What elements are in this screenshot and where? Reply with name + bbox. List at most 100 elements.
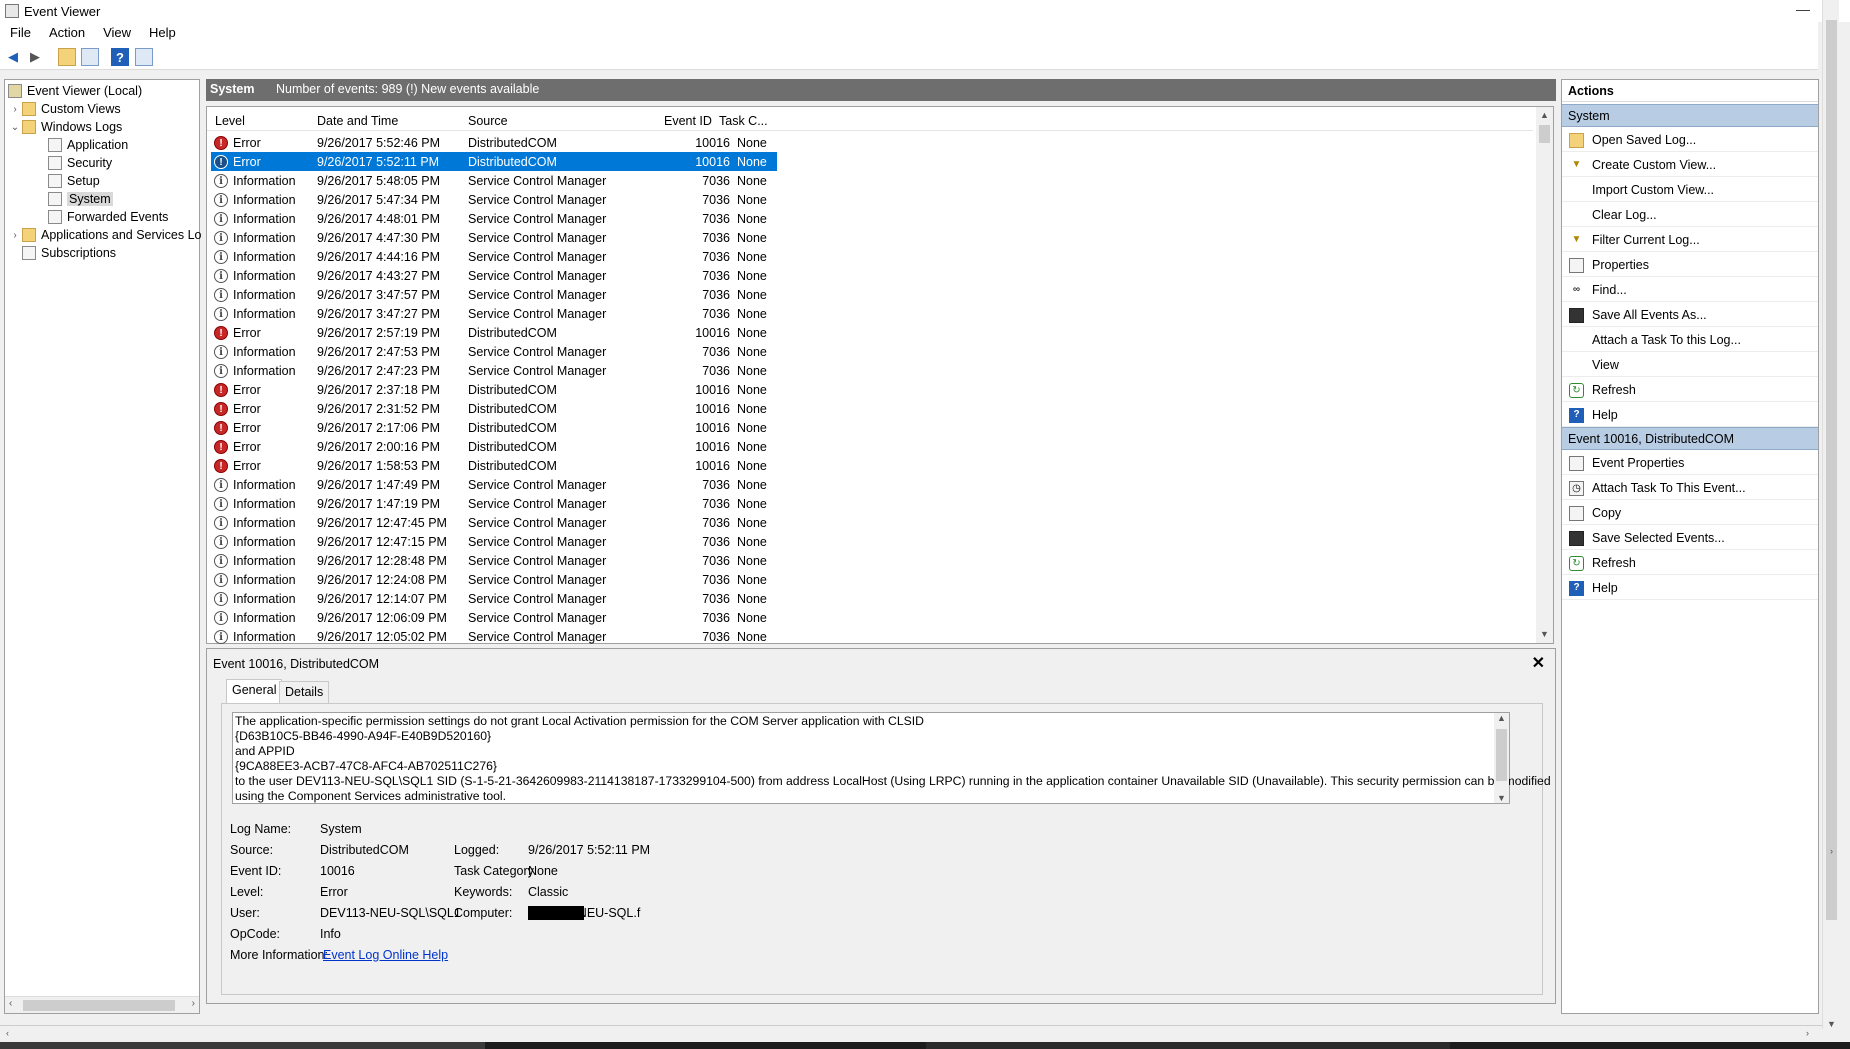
table-row[interactable]: i Information 9/26/2017 12:05:02 PM Service… [211, 627, 777, 646]
scroll-thumb[interactable] [1496, 729, 1507, 781]
action-item[interactable]: Clear Log... [1562, 203, 1818, 227]
action-item[interactable]: ◷ Attach Task To This Event... [1562, 476, 1818, 500]
action-item[interactable]: Properties [1562, 253, 1818, 277]
table-row[interactable]: ! Error 9/26/2017 5:52:11 PM DistributedCOM… [211, 152, 777, 171]
action-item[interactable]: ? Help [1562, 403, 1818, 427]
show-hide-console-tree-icon[interactable] [81, 48, 99, 66]
table-row[interactable]: ! Error 9/26/2017 2:17:06 PM DistributedCOM… [211, 418, 777, 437]
chevron-right-icon[interactable]: › [8, 104, 22, 115]
scroll-up-icon[interactable]: ▲ [1497, 713, 1506, 723]
show-hide-action-pane-icon[interactable] [135, 48, 153, 66]
scroll-left-icon[interactable]: ‹ [6, 1028, 9, 1038]
action-item[interactable]: ↻ Refresh [1562, 551, 1818, 575]
action-item[interactable]: View [1562, 353, 1818, 377]
action-item[interactable]: ▼ Create Custom View... [1562, 153, 1818, 177]
tree-item-application[interactable]: Application [48, 136, 128, 154]
scroll-down-icon[interactable]: ▼ [1823, 1019, 1840, 1029]
action-item[interactable]: Import Custom View... [1562, 178, 1818, 202]
tree-item-applications-and-services[interactable]: › Applications and Services Lo [8, 226, 202, 244]
tree-item-windows-logs[interactable]: ⌄ Windows Logs [8, 118, 122, 136]
table-row[interactable]: i Information 9/26/2017 3:47:57 PM Service … [211, 285, 777, 304]
table-row[interactable]: i Information 9/26/2017 2:47:23 PM Service … [211, 361, 777, 380]
minimize-button[interactable]: — [1796, 1, 1810, 17]
tab-details[interactable]: Details [279, 681, 330, 703]
action-item[interactable]: ▼ Filter Current Log... [1562, 228, 1818, 252]
column-header-task-category[interactable]: Task C... [719, 114, 768, 128]
menu-action[interactable]: Action [40, 22, 94, 40]
scroll-right-icon[interactable]: › [192, 998, 195, 1009]
table-row[interactable]: i Information 9/26/2017 12:24:08 PM Service… [211, 570, 777, 589]
table-row[interactable]: i Information 9/26/2017 4:48:01 PM Service … [211, 209, 777, 228]
scroll-thumb[interactable] [1539, 125, 1550, 143]
table-row[interactable]: i Information 9/26/2017 4:47:30 PM Service … [211, 228, 777, 247]
window-vertical-scrollbar[interactable]: › ▼ [1822, 0, 1839, 1029]
table-row[interactable]: i Information 9/26/2017 1:47:19 PM Service … [211, 494, 777, 513]
action-item[interactable]: ? Help [1562, 576, 1818, 600]
action-item[interactable]: Attach a Task To this Log... [1562, 328, 1818, 352]
tree-item-system[interactable]: System [48, 190, 113, 208]
tree-item-setup[interactable]: Setup [48, 172, 100, 190]
scroll-down-icon[interactable]: ▼ [1497, 793, 1506, 803]
tree-horizontal-scrollbar[interactable]: ‹ › [5, 996, 199, 1013]
event-list-scrollbar[interactable]: ▲ ▼ [1536, 107, 1553, 643]
menu-file[interactable]: File [0, 22, 40, 40]
table-row[interactable]: i Information 9/26/2017 3:47:27 PM Service … [211, 304, 777, 323]
scroll-thumb[interactable] [23, 1000, 175, 1011]
actions-section-event[interactable]: Event 10016, DistributedCOM [1562, 427, 1818, 450]
column-header-source[interactable]: Source [468, 114, 508, 128]
table-row[interactable]: i Information 9/26/2017 12:47:45 PM Service… [211, 513, 777, 532]
table-row[interactable]: ! Error 9/26/2017 2:31:52 PM DistributedCOM… [211, 399, 777, 418]
table-row[interactable]: i Information 9/26/2017 12:06:09 PM Service… [211, 608, 777, 627]
tab-general[interactable]: General [226, 679, 283, 703]
scroll-right-icon[interactable]: › [1823, 846, 1840, 856]
tree-item-subscriptions[interactable]: Subscriptions [22, 244, 116, 262]
column-header-event-id[interactable]: Event ID [664, 114, 712, 128]
table-row[interactable]: i Information 9/26/2017 12:14:07 PM Service… [211, 589, 777, 608]
table-row[interactable]: ! Error 9/26/2017 5:52:46 PM DistributedCOM… [211, 133, 777, 152]
event-log-online-help-link[interactable]: Event Log Online Help [323, 948, 448, 962]
actions-section-system[interactable]: System [1562, 104, 1818, 127]
window-horizontal-scrollbar[interactable]: ‹ › [0, 1025, 1822, 1042]
action-item[interactable]: Save All Events As... [1562, 303, 1818, 327]
action-item[interactable]: ↻ Refresh [1562, 378, 1818, 402]
help-icon[interactable]: ? [111, 48, 129, 66]
table-row[interactable]: i Information 9/26/2017 4:43:27 PM Service … [211, 266, 777, 285]
back-arrow-icon[interactable]: ◀ [4, 48, 22, 66]
menu-view[interactable]: View [94, 22, 140, 40]
column-header-date-time[interactable]: Date and Time [317, 114, 398, 128]
chevron-down-icon[interactable]: ⌄ [8, 122, 22, 133]
up-folder-icon[interactable] [58, 48, 76, 66]
action-item[interactable]: ∞ Find... [1562, 278, 1818, 302]
tree-item-event-viewer-local[interactable]: Event Viewer (Local) [8, 82, 142, 100]
message-scrollbar[interactable]: ▲ ▼ [1494, 713, 1509, 803]
table-row[interactable]: i Information 9/26/2017 12:28:48 PM Service… [211, 551, 777, 570]
table-row[interactable]: ! Error 9/26/2017 2:37:18 PM DistributedCOM… [211, 380, 777, 399]
tree-item-security[interactable]: Security [48, 154, 112, 172]
table-row[interactable]: i Information 9/26/2017 2:47:53 PM Service … [211, 342, 777, 361]
tree-item-custom-views[interactable]: › Custom Views [8, 100, 121, 118]
action-item[interactable]: Copy [1562, 501, 1818, 525]
table-row[interactable]: i Information 9/26/2017 4:44:16 PM Service … [211, 247, 777, 266]
table-row[interactable]: ! Error 9/26/2017 2:57:19 PM DistributedCOM… [211, 323, 777, 342]
event-message-box[interactable]: The application-specific permission sett… [232, 712, 1551, 804]
tree-item-forwarded-events[interactable]: Forwarded Events [48, 208, 168, 226]
action-item[interactable]: Save Selected Events... [1562, 526, 1818, 550]
table-row[interactable]: i Information 9/26/2017 12:47:15 PM Service… [211, 532, 777, 551]
table-row[interactable]: ! Error 9/26/2017 2:00:16 PM DistributedCOM… [211, 437, 777, 456]
table-row[interactable]: i Information 9/26/2017 5:47:34 PM Service … [211, 190, 777, 209]
scroll-left-icon[interactable]: ‹ [9, 998, 12, 1009]
close-icon[interactable]: ✕ [1532, 653, 1545, 673]
menu-help[interactable]: Help [140, 22, 185, 40]
table-row[interactable]: ! Error 9/26/2017 1:58:53 PM DistributedCOM… [211, 456, 777, 475]
scroll-right-icon[interactable]: › [1806, 1028, 1809, 1038]
scroll-thumb[interactable] [1826, 20, 1837, 920]
action-item[interactable]: Open Saved Log... [1562, 128, 1818, 152]
column-header-level[interactable]: Level [215, 114, 245, 128]
forward-arrow-icon[interactable]: ▶ [26, 48, 44, 66]
table-row[interactable]: i Information 9/26/2017 1:47:49 PM Service … [211, 475, 777, 494]
scroll-up-icon[interactable]: ▲ [1536, 107, 1553, 124]
table-row[interactable]: i Information 9/26/2017 5:48:05 PM Service … [211, 171, 777, 190]
action-item[interactable]: Event Properties [1562, 451, 1818, 475]
chevron-right-icon[interactable]: › [8, 230, 22, 241]
scroll-down-icon[interactable]: ▼ [1536, 626, 1553, 643]
